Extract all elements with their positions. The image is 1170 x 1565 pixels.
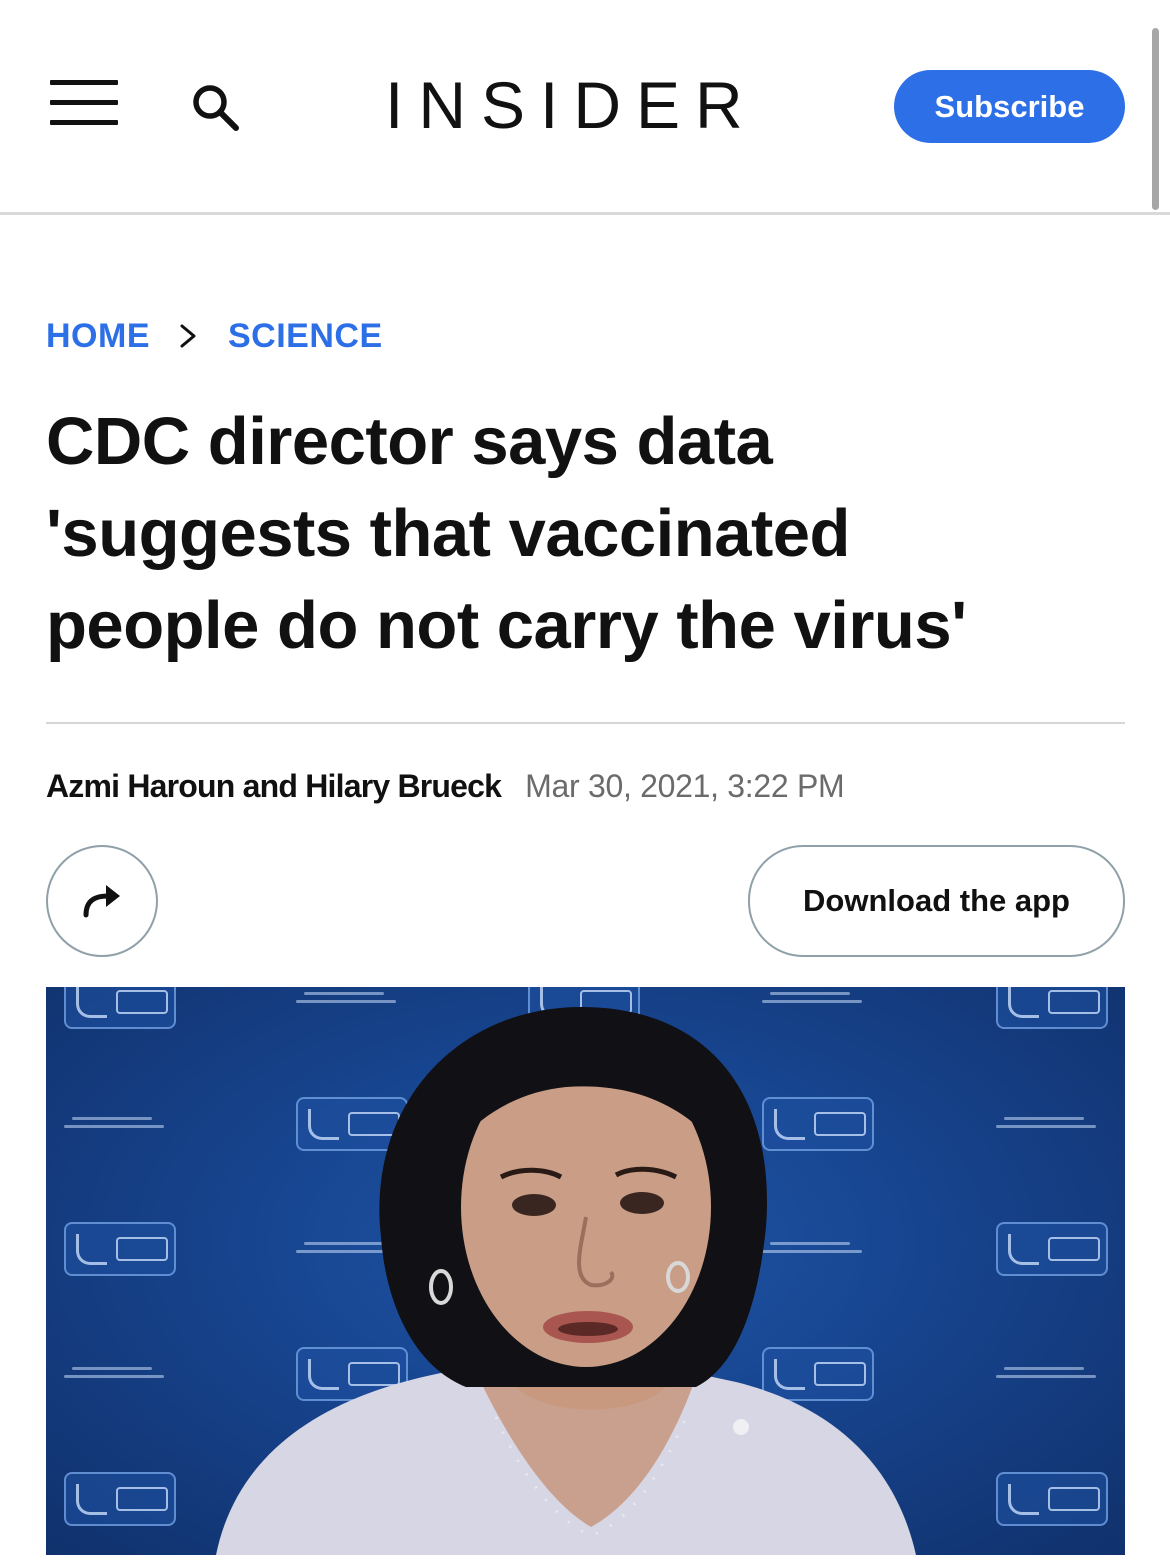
subscribe-button[interactable]: Subscribe	[894, 70, 1125, 143]
hamburger-menu-icon[interactable]	[50, 80, 118, 126]
breadcrumb-science[interactable]: SCIENCE	[228, 317, 383, 356]
site-logo[interactable]: INSIDER	[385, 70, 760, 140]
share-arrow-icon	[83, 885, 120, 918]
speaker-figure	[216, 1007, 916, 1555]
hero-image	[46, 987, 1125, 1555]
byline: Azmi Haroun and Hilary Brueck Mar 30, 20…	[46, 764, 845, 808]
publish-date: Mar 30, 2021, 3:22 PM	[525, 767, 845, 804]
headline-line-1: CDC director says data	[46, 404, 773, 479]
article-divider	[46, 722, 1125, 724]
breadcrumb-home[interactable]: HOME	[46, 317, 150, 356]
headline-line-3: people do not carry the virus'	[46, 588, 967, 663]
scrollbar[interactable]	[1152, 28, 1159, 210]
download-app-button[interactable]: Download the app	[748, 845, 1125, 957]
share-button[interactable]	[46, 845, 158, 957]
article-headline: CDC director says data 'suggests that va…	[46, 396, 1136, 672]
chevron-right-icon	[150, 316, 228, 356]
search-icon[interactable]	[188, 82, 244, 132]
author-names[interactable]: Azmi Haroun and Hilary Brueck	[46, 768, 502, 805]
header-divider	[0, 212, 1170, 215]
headline-line-2: 'suggests that vaccinated	[46, 496, 850, 571]
site-header: INSIDER Subscribe	[0, 0, 1170, 214]
breadcrumb: HOME SCIENCE	[46, 316, 383, 356]
